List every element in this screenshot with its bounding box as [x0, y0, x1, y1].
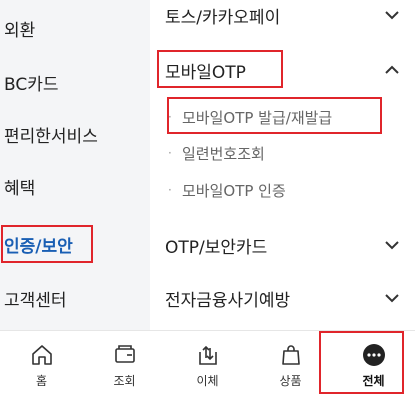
nav-item-all-menu[interactable]: 전체 — [332, 331, 415, 400]
menu-section-fraud-prevention[interactable]: 전자금융사기예방 — [150, 278, 415, 318]
bottom-nav: 홈 조회 이체 상품 전체 — [0, 330, 415, 400]
sidebar-item-auth-security[interactable]: 인증/보안 — [0, 224, 150, 264]
sidebar-item-bccard[interactable]: BC카드 — [0, 62, 150, 102]
nav-label: 이체 — [196, 373, 219, 388]
submenu-label: 일련번호조회 — [182, 144, 265, 163]
submenu-label: 모바일OTP 발급/재발급 — [182, 108, 333, 127]
menu-section-label: 모바일OTP — [165, 62, 246, 83]
nav-item-transfer[interactable]: 이체 — [166, 331, 249, 400]
nav-label: 홈 — [35, 373, 48, 388]
menu-section-label: OTP/보안카드 — [165, 237, 268, 258]
sidebar-item-convenience[interactable]: 편리한서비스 — [0, 114, 150, 154]
wallet-icon — [114, 344, 135, 363]
menu-section-label: 전자금융사기예방 — [165, 290, 291, 311]
chevron-down-icon — [385, 294, 399, 303]
home-icon — [31, 344, 52, 365]
shopping-bag-icon — [281, 344, 300, 365]
main-menu: 토스/카카오페이 모바일OTP · 모바일OTP 발급/재발급 · 일련번호조회… — [150, 0, 415, 330]
sidebar-item-forex[interactable]: 외환 — [0, 8, 150, 48]
chevron-up-icon — [385, 65, 399, 74]
submenu-serial-lookup[interactable]: · 일련번호조회 — [150, 138, 415, 168]
sidebar-item-benefits[interactable]: 혜택 — [0, 166, 150, 206]
submenu-label: 모바일OTP 인증 — [182, 181, 286, 200]
nav-label: 상품 — [279, 373, 302, 388]
nav-item-products[interactable]: 상품 — [249, 331, 332, 400]
sidebar-item-customer-center[interactable]: 고객센터 — [0, 278, 150, 318]
menu-section-toss-kakaopay[interactable]: 토스/카카오페이 — [150, 0, 415, 35]
nav-item-inquiry[interactable]: 조회 — [83, 331, 166, 400]
sidebar: 외환 BC카드 편리한서비스 혜택 인증/보안 고객센터 — [0, 0, 150, 330]
transfer-icon — [198, 345, 217, 365]
nav-label: 조회 — [113, 373, 136, 388]
submenu-mobile-otp-auth[interactable]: · 모바일OTP 인증 — [150, 175, 415, 205]
bullet-icon: · — [168, 110, 172, 124]
nav-label: 전체 — [362, 373, 385, 388]
bullet-icon: · — [168, 146, 172, 160]
chevron-down-icon — [385, 241, 399, 250]
more-icon — [362, 343, 385, 366]
submenu-mobile-otp-issue[interactable]: · 모바일OTP 발급/재발급 — [150, 102, 415, 132]
menu-section-otp-security-card[interactable]: OTP/보안카드 — [150, 225, 415, 265]
bullet-icon: · — [168, 183, 172, 197]
nav-item-home[interactable]: 홈 — [0, 331, 83, 400]
menu-section-mobile-otp[interactable]: 모바일OTP — [150, 50, 415, 90]
chevron-down-icon — [385, 11, 399, 20]
menu-section-label: 토스/카카오페이 — [165, 7, 281, 28]
